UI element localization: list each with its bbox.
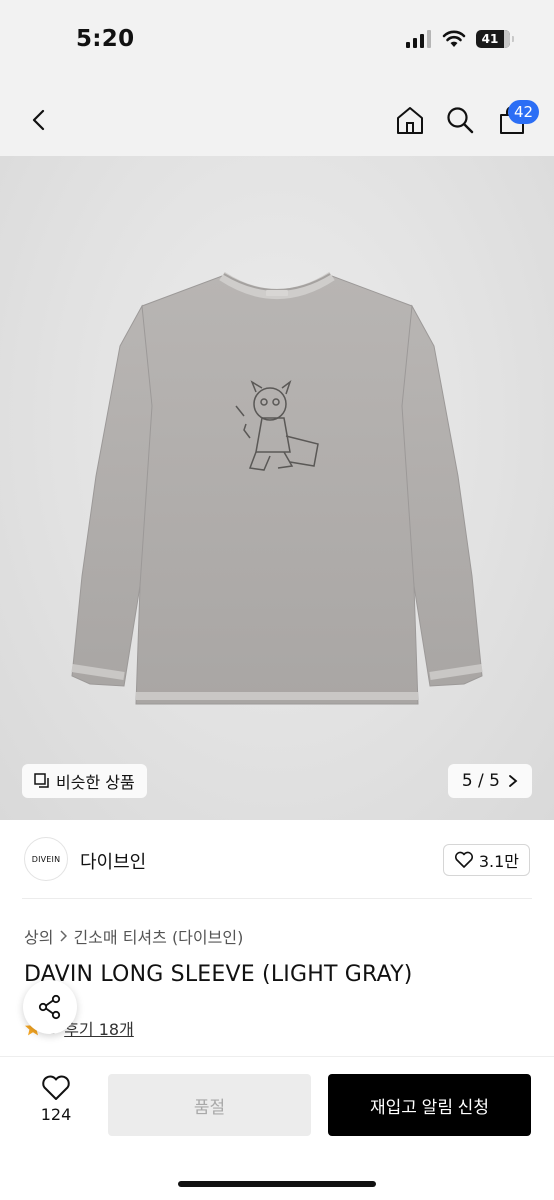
home-indicator [178,1181,376,1187]
product-title: DAVIN LONG SLEEVE (LIGHT GRAY) [24,962,413,987]
signal-icon [406,30,431,48]
brand-logo[interactable]: DIVEIN [24,837,68,881]
search-button[interactable] [442,102,478,138]
similar-products-button[interactable]: 비슷한 상품 [22,764,147,798]
home-icon [397,107,423,134]
search-icon [447,107,474,134]
breadcrumb-category[interactable]: 상의 [24,924,53,948]
brand-like-count: 3.1만 [478,852,519,871]
top-nav-bar [0,84,554,156]
battery-level: 41 [481,32,499,46]
share-button[interactable] [23,980,77,1034]
chevron-right-icon [60,930,68,942]
share-icon [38,994,61,1020]
page-indicator-text: 5 / 5 [461,771,500,791]
similar-products-label: 비슷한 상품 [56,773,135,792]
product-image[interactable]: 비슷한 상품 5 / 5 [0,156,554,820]
soldout-button: 품절 [108,1074,311,1136]
brand-logo-text: DIVEIN [31,854,61,864]
battery-icon: 41 [476,30,514,48]
wishlist-count: 124 [40,1105,72,1124]
status-icons: 41 [406,30,514,48]
brand-name[interactable]: 다이브인 [80,848,146,874]
brand-like-button[interactable]: 3.1만 [442,844,530,876]
heart-icon [454,851,473,868]
breadcrumb: 상의 긴소매 티셔츠 (다이브인) [24,924,243,948]
review-count-link[interactable]: 후기 18개 [64,1016,134,1040]
copy-icon [34,773,49,788]
home-button[interactable] [392,102,428,138]
back-button[interactable] [22,102,58,138]
chevron-right-icon [509,775,518,787]
long-sleeve-shirt-image [71,271,483,705]
chevron-left-icon [32,109,45,131]
gallery-page-indicator[interactable]: 5 / 5 [447,764,532,798]
cart-count-badge: 42 [508,100,540,124]
divider [22,898,532,899]
bottom-action-bar: 124 품절 재입고 알림 신청 [0,1056,554,1200]
status-time: 5:20 [76,26,135,52]
breadcrumb-subcategory[interactable]: 긴소매 티셔츠 (다이브인) [73,924,243,948]
wishlist-button[interactable]: 124 [24,1075,88,1124]
wifi-icon [442,30,466,47]
restock-alert-button[interactable]: 재입고 알림 신청 [328,1074,531,1136]
status-bar: 5:20 41 [0,0,554,84]
heart-icon [42,1075,70,1100]
brand-row[interactable]: DIVEIN 다이브인 3.1만 [0,820,554,900]
